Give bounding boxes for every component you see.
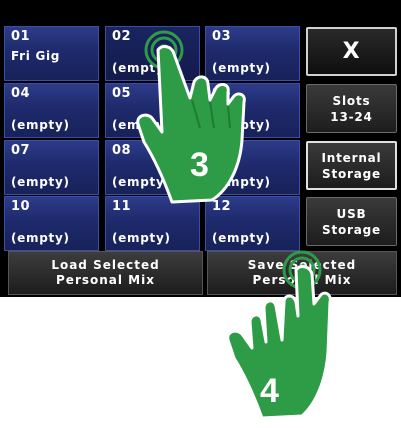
slot-number: 07 [11, 143, 31, 158]
slot-name: Fri Gig [11, 49, 61, 63]
usb-storage-label: USB Storage [322, 206, 381, 237]
slot-10[interactable]: 10 (empty) [4, 196, 99, 251]
load-selected-personal-mix-button[interactable]: Load Selected Personal Mix [8, 251, 203, 295]
step-number: 4 [260, 372, 279, 410]
slot-name: (empty) [11, 175, 70, 189]
internal-storage-button[interactable]: Internal Storage [306, 141, 397, 190]
slot-01[interactable]: 01 Fri Gig [4, 26, 99, 81]
slots-13-24-button[interactable]: Slots 13-24 [306, 84, 397, 133]
slot-name: (empty) [11, 118, 70, 132]
tap-hand-step-3: 3 [128, 30, 258, 210]
load-button-label: Load Selected Personal Mix [51, 258, 160, 287]
internal-storage-label: Internal Storage [321, 150, 382, 181]
slots-button-label: Slots 13-24 [330, 93, 373, 124]
hand-icon [226, 250, 332, 420]
slot-04[interactable]: 04 (empty) [4, 83, 99, 138]
slot-07[interactable]: 07 (empty) [4, 140, 99, 195]
step-number: 3 [190, 146, 209, 184]
tap-hand-step-4: 4 [220, 244, 350, 424]
close-button[interactable]: X [306, 27, 397, 76]
close-icon: X [342, 38, 361, 64]
slot-name: (empty) [212, 231, 271, 245]
slot-number: 01 [11, 29, 31, 44]
slot-name: (empty) [112, 231, 171, 245]
usb-storage-button[interactable]: USB Storage [306, 197, 397, 246]
slot-number: 04 [11, 86, 31, 101]
slot-number: 10 [11, 199, 31, 214]
slot-name: (empty) [11, 231, 70, 245]
